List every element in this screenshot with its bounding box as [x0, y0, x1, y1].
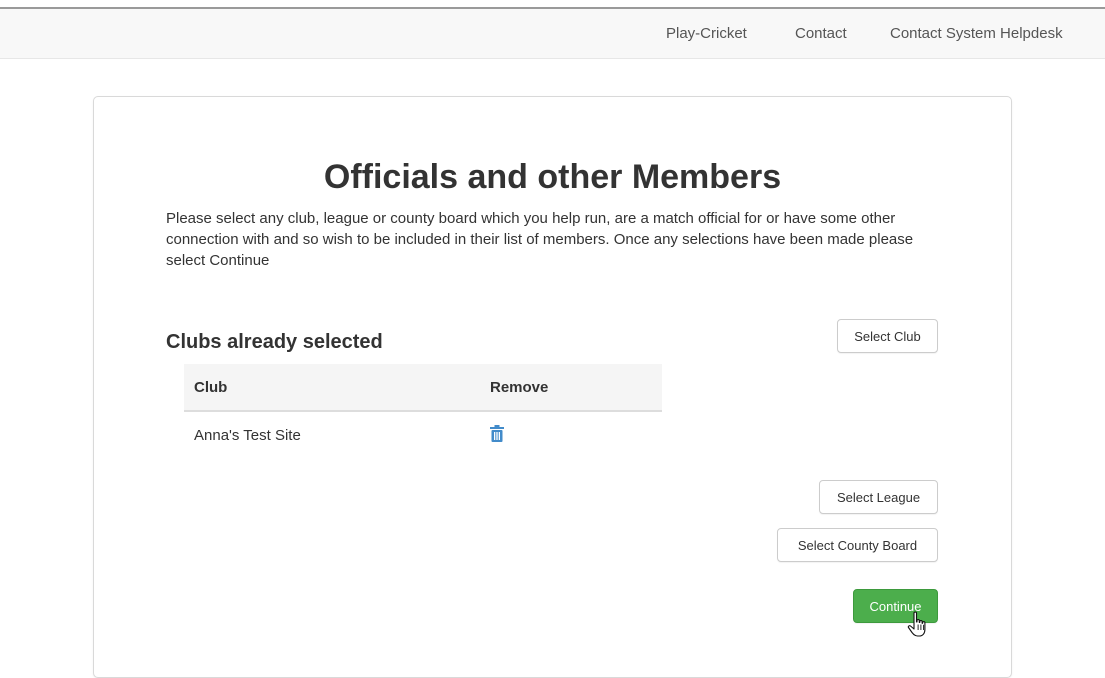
- select-county-board-button[interactable]: Select County Board: [777, 528, 938, 562]
- clubs-section-heading: Clubs already selected: [166, 331, 383, 353]
- remove-cell: [480, 411, 662, 458]
- table-row: Anna's Test Site: [184, 411, 662, 458]
- trash-icon[interactable]: [490, 424, 504, 446]
- nav-link-play-cricket[interactable]: Play-Cricket: [666, 25, 747, 42]
- hand-pointer-icon: [907, 611, 929, 644]
- select-league-button[interactable]: Select League: [819, 480, 938, 514]
- select-club-button[interactable]: Select Club: [837, 319, 938, 353]
- column-header-remove: Remove: [480, 364, 662, 412]
- clubs-table: Club Remove Anna's Test Site: [184, 364, 662, 458]
- club-name-cell: Anna's Test Site: [194, 426, 301, 444]
- nav-link-contact[interactable]: Contact: [795, 25, 847, 42]
- nav-link-contact-system-helpdesk[interactable]: Contact System Helpdesk: [890, 25, 1063, 42]
- column-header-club: Club: [184, 364, 480, 412]
- intro-text: Please select any club, league or county…: [166, 210, 914, 269]
- top-navbar: Play-Cricket Contact Contact System Help…: [0, 9, 1105, 59]
- table-header-row: Club Remove: [184, 364, 662, 412]
- page-title: Officials and other Members: [323, 158, 782, 196]
